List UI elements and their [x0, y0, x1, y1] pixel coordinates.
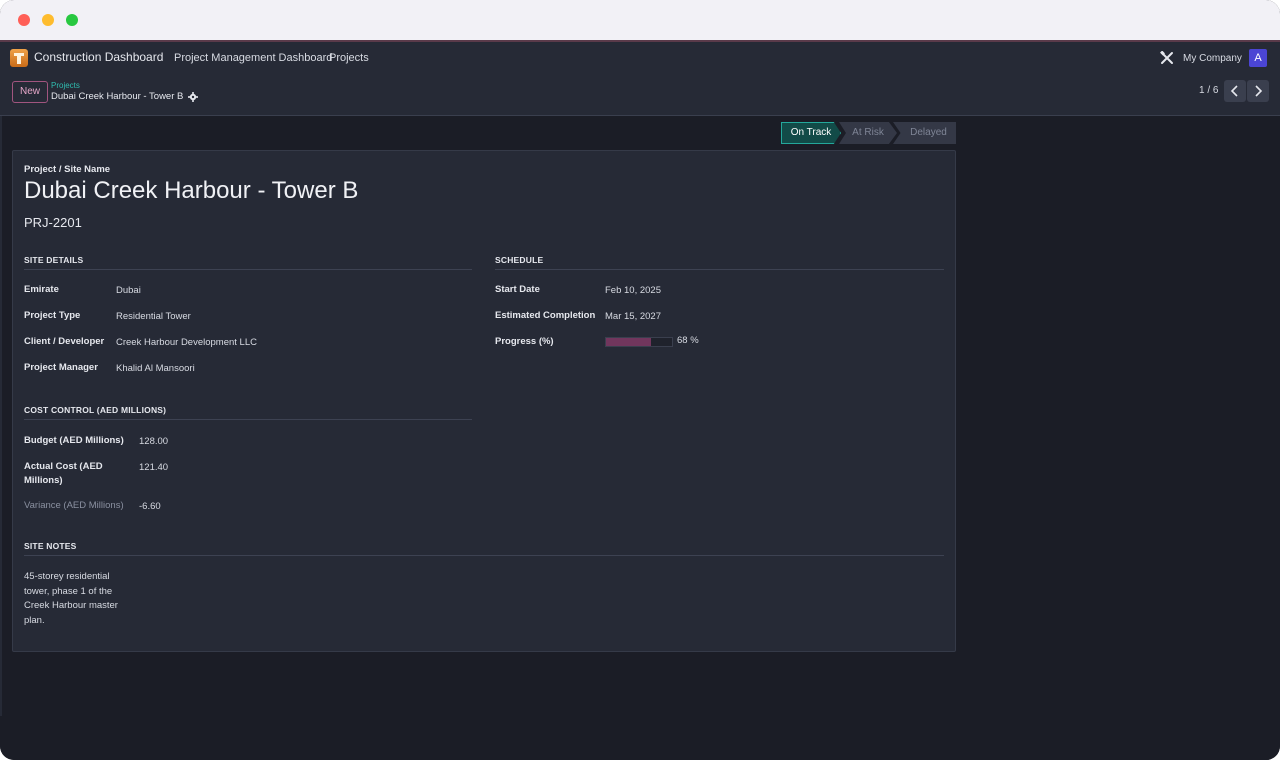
- progress-bar[interactable]: [605, 337, 673, 347]
- start-date-label: Start Date: [495, 284, 540, 295]
- project-type-value[interactable]: Residential Tower: [116, 310, 191, 324]
- minimize-window-button[interactable]: [42, 14, 54, 26]
- window-titlebar: [0, 0, 1280, 40]
- project-manager-value[interactable]: Khalid Al Mansoori: [116, 362, 195, 376]
- schedule-heading: SCHEDULE: [495, 255, 944, 270]
- project-name-caption: Project / Site Name: [24, 164, 111, 175]
- breadcrumb-current-record: Dubai Creek Harbour - Tower B: [51, 91, 184, 102]
- actual-cost-value[interactable]: 121.40: [139, 461, 168, 475]
- pager-next-button[interactable]: [1247, 80, 1269, 102]
- site-notes-field[interactable]: 45-storey residential tower, phase 1 of …: [24, 570, 134, 628]
- status-stage-delayed[interactable]: Delayed: [893, 122, 956, 144]
- actual-cost-label: Actual Cost (AED Millions): [24, 461, 103, 486]
- site-details-heading: SITE DETAILS: [24, 255, 472, 270]
- emirate-value[interactable]: Dubai: [116, 284, 141, 298]
- budget-label: Budget (AED Millions): [24, 435, 124, 446]
- building-app-icon[interactable]: [10, 49, 28, 67]
- left-rail: [0, 116, 2, 716]
- progress-value: 68 %: [677, 335, 699, 346]
- maximize-window-button[interactable]: [66, 14, 78, 26]
- status-stage-at-risk[interactable]: At Risk: [839, 122, 897, 144]
- app-window: Construction Dashboard Project Managemen…: [0, 0, 1280, 760]
- estimated-completion-label: Estimated Completion: [495, 310, 596, 321]
- variance-label: Variance (AED Millions): [24, 500, 124, 511]
- project-manager-label: Project Manager: [24, 362, 98, 373]
- form-sheet: Project / Site Name Dubai Creek Harbour …: [12, 150, 956, 652]
- start-date-value[interactable]: Feb 10, 2025: [605, 284, 661, 298]
- client-developer-value[interactable]: Creek Harbour Development LLC: [116, 336, 257, 350]
- menu-projects[interactable]: Projects: [329, 52, 369, 64]
- chevron-right-icon: [1255, 85, 1263, 97]
- form-view: Delayed At Risk On Track Project / Site …: [0, 116, 1280, 760]
- breadcrumb-projects-link[interactable]: Projects: [51, 81, 80, 90]
- new-record-button[interactable]: New: [12, 81, 48, 103]
- tools-icon[interactable]: [1160, 51, 1174, 65]
- progress-bar-fill: [606, 338, 651, 346]
- user-avatar[interactable]: A: [1249, 49, 1267, 67]
- variance-value: -6.60: [139, 501, 161, 512]
- budget-value[interactable]: 128.00: [139, 435, 168, 449]
- gear-icon[interactable]: [188, 92, 198, 102]
- control-panel: New Projects Dubai Creek Harbour - Tower…: [0, 76, 1280, 116]
- client-developer-label: Client / Developer: [24, 336, 105, 347]
- top-navbar: Construction Dashboard Project Managemen…: [0, 40, 1280, 76]
- menu-project-management-dashboard[interactable]: Project Management Dashboard: [174, 52, 332, 64]
- project-name-field[interactable]: Dubai Creek Harbour - Tower B: [24, 177, 358, 205]
- status-bar: Delayed At Risk On Track: [781, 122, 956, 144]
- close-window-button[interactable]: [18, 14, 30, 26]
- progress-label: Progress (%): [495, 336, 554, 347]
- company-switcher[interactable]: My Company: [1183, 53, 1242, 64]
- emirate-label: Emirate: [24, 284, 59, 295]
- site-notes-heading: SITE NOTES: [24, 541, 944, 556]
- estimated-completion-value[interactable]: Mar 15, 2027: [605, 310, 661, 324]
- pager-previous-button[interactable]: [1224, 80, 1246, 102]
- app-name[interactable]: Construction Dashboard: [34, 50, 163, 64]
- cost-control-heading: COST CONTROL (AED MILLIONS): [24, 405, 472, 420]
- status-stage-on-track[interactable]: On Track: [781, 122, 841, 144]
- chevron-left-icon: [1230, 85, 1238, 97]
- project-code-field[interactable]: PRJ-2201: [24, 215, 82, 230]
- project-type-label: Project Type: [24, 310, 81, 321]
- pager-counter[interactable]: 1 / 6: [1199, 85, 1218, 96]
